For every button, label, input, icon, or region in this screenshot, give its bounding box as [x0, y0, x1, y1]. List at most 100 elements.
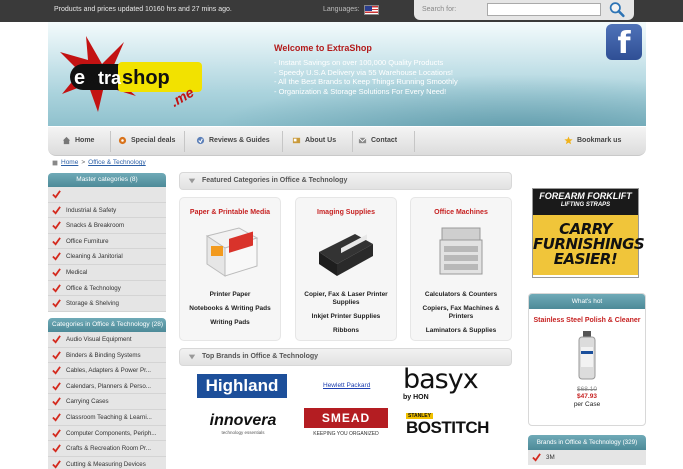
subcategory-item[interactable]: Cables, Adapters & Power Pr... [48, 363, 166, 379]
subcategory-item[interactable]: Crafts & Recreation Room Pr... [48, 441, 166, 457]
master-category-item[interactable]: Medical [48, 264, 166, 281]
subcategory-item[interactable]: Calendars, Planners & Perso... [48, 378, 166, 395]
brand-smead[interactable]: SMEAD KEEPING YOU ORGANIZED [304, 408, 388, 442]
breadcrumb: Home > Office & Technology [52, 159, 146, 166]
master-category-item[interactable]: Industrial & Safety [48, 202, 166, 219]
search-input[interactable] [487, 3, 601, 16]
card-link[interactable]: Calculators & Counters [411, 291, 511, 299]
subcategory-item-label: Calendars, Planners & Perso... [66, 382, 151, 390]
ad-big3: EASIER! [553, 250, 618, 268]
checkmark-icon [52, 397, 61, 406]
spray-can-image[interactable] [576, 331, 598, 381]
brands-side-title: Brands in Office & Technology (329) [528, 435, 646, 450]
subcategory-item[interactable]: Classroom Teaching & Learni... [48, 409, 166, 426]
checkmark-icon [52, 299, 61, 308]
welcome-title: Welcome to ExtraShop [274, 43, 372, 53]
subcategory-item[interactable]: Audio Visual Equipment [48, 332, 166, 348]
subcategory-item[interactable]: Cutting & Measuring Devices [48, 456, 166, 469]
card-link[interactable]: Laminators & Supplies [411, 327, 511, 335]
us-flag-icon[interactable] [364, 5, 379, 15]
checkmark-icon [52, 190, 61, 199]
innovera-sub: technology essentials [221, 430, 265, 435]
master-category-item[interactable]: Cleaning & Janitorial [48, 249, 166, 265]
card-title[interactable]: Paper & Printable Media [180, 209, 280, 216]
checkmark-icon [52, 460, 61, 469]
master-category-item-label: Snacks & Breakroom [66, 222, 125, 230]
master-categories-panel: Master categories (8) Industrial & Safet… [48, 173, 166, 312]
breadcrumb-home-icon [52, 160, 58, 165]
master-category-item[interactable]: Storage & Shelving [48, 296, 166, 312]
breadcrumb-home[interactable]: Home [61, 159, 78, 166]
section-arrow-icon [188, 354, 196, 360]
card-title[interactable]: Imaging Supplies [296, 209, 396, 216]
nav-bookmark[interactable]: Bookmark us [564, 136, 621, 145]
nav-special-label: Special deals [131, 137, 176, 144]
contact-icon [358, 137, 367, 144]
featured-header: Featured Categories in Office & Technolo… [179, 172, 512, 190]
welcome-bullet: - Organization & Storage Solutions For E… [274, 86, 447, 96]
card-link[interactable]: Ribbons [296, 327, 396, 335]
welcome-bullets: - Instant Savings on over 100,000 Qualit… [274, 58, 458, 96]
subcategory-item[interactable]: Binders & Binding Systems [48, 347, 166, 364]
facebook-icon[interactable]: f [606, 24, 642, 60]
brand-innovera[interactable]: innovera technology essentials [197, 412, 289, 440]
master-category-item[interactable]: Office Furniture [48, 233, 166, 250]
checkmark-icon [52, 268, 61, 277]
nav-special-deals[interactable]: Special deals [118, 136, 175, 145]
subcategory-item[interactable]: Computer Components, Periph... [48, 425, 166, 442]
card-link[interactable]: Copiers, Fax Machines & Printers [411, 305, 511, 321]
toner-cartridge-image[interactable] [315, 222, 377, 280]
subcategory-item[interactable]: Carrying Cases [48, 394, 166, 410]
master-category-item-label: Office & Technology [66, 284, 121, 292]
home-icon [62, 136, 71, 145]
checkmark-icon [52, 335, 61, 344]
checkmark-icon [52, 205, 61, 215]
card-link[interactable]: Inkjet Printer Supplies [296, 313, 396, 321]
nav-divider [282, 131, 283, 152]
innovera-wordmark: innovera [209, 412, 277, 429]
nav-contact[interactable]: Contact [358, 136, 397, 145]
nav-about[interactable]: About Us [292, 136, 336, 145]
brand-basyx[interactable]: basyx by HON [403, 366, 493, 406]
nav-reviews[interactable]: Reviews & Guides [196, 136, 270, 145]
master-category-item[interactable] [48, 187, 166, 203]
master-category-item[interactable]: Office & Technology [48, 280, 166, 297]
nav-home[interactable]: Home [62, 136, 94, 145]
section-arrow-icon [188, 178, 196, 184]
checkmark-icon [52, 237, 61, 246]
card-title[interactable]: Office Machines [411, 209, 511, 216]
welcome-bullet: - Speedy U.S.A Delivery via 55 Warehouse… [274, 67, 453, 77]
card-link[interactable]: Printer Paper [180, 291, 280, 299]
price-update-notice: Products and prices updated 10160 hrs an… [54, 6, 232, 13]
copier-machine-image[interactable] [430, 222, 492, 280]
hot-new-price: $47.93 [577, 393, 597, 400]
tag-icon [118, 136, 127, 145]
logo-shop: shop [122, 67, 170, 89]
star-icon [564, 136, 573, 145]
category-card-imaging: Imaging Supplies Copier, Fax & Laser Pri… [295, 197, 397, 341]
brand-highland[interactable]: Highland [197, 374, 287, 398]
hot-product-name[interactable]: Stainless Steel Polish & Cleaner [529, 316, 645, 325]
card-link[interactable]: Notebooks & Writing Pads [180, 305, 280, 313]
master-category-item[interactable]: Snacks & Breakroom [48, 218, 166, 234]
paper-ream-image[interactable] [199, 222, 261, 280]
welcome-bullet: - Instant Savings on over 100,000 Qualit… [274, 58, 444, 67]
main-nav: Home Special deals Reviews & Guides Abou… [48, 127, 646, 156]
extrashop-logo[interactable]: e x tra shop .me [58, 34, 213, 114]
subcategories-panel: Categories in Office & Technology (28) A… [48, 318, 166, 469]
basyx-wordmark: basyx [403, 364, 479, 395]
brand-bostitch[interactable]: STANLEY BOSTITCH [406, 412, 494, 440]
forearm-forklift-ad[interactable]: FOREARM FORKLIFT LIFTING STRAPS CARRY FU… [532, 188, 645, 278]
card-link[interactable]: Copier, Fax & Laser Printer Supplies [296, 291, 396, 307]
card-link[interactable]: Writing Pads [180, 319, 280, 327]
search-icon[interactable] [608, 1, 626, 18]
welcome-bullet: - All the Best Brands to Keep Things Run… [274, 77, 458, 86]
nav-divider [352, 131, 353, 152]
breadcrumb-current[interactable]: Office & Technology [88, 159, 146, 166]
featured-title: Featured Categories in Office & Technolo… [202, 177, 348, 184]
smead-sub: KEEPING YOU ORGANIZED [313, 431, 379, 437]
brand-hewlett-packard[interactable]: Hewlett Packard [323, 382, 370, 389]
brand-side-item[interactable]: 3M [528, 450, 646, 465]
checkmark-icon [52, 366, 61, 375]
subcategory-item-label: Computer Components, Periph... [66, 429, 157, 437]
